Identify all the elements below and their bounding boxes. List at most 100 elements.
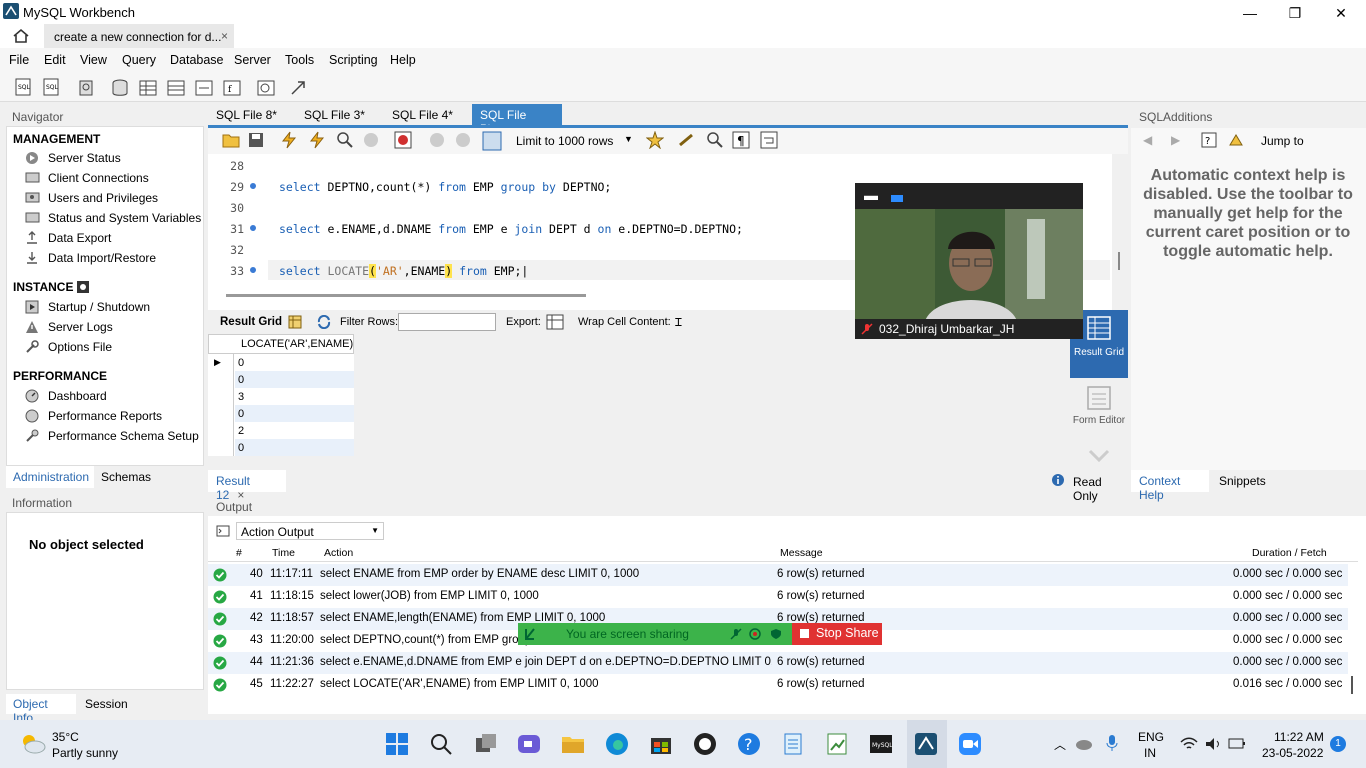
reconnect-icon[interactable] <box>288 78 308 98</box>
spreadsheet-icon[interactable] <box>825 732 849 756</box>
jump-to-select[interactable]: Jump to <box>1261 134 1304 148</box>
bookmark-star-icon[interactable] <box>646 131 664 149</box>
tab-context-help[interactable]: Context Help <box>1131 470 1209 502</box>
error-toggle-icon[interactable] <box>394 131 412 149</box>
notepad-icon[interactable] <box>781 732 805 756</box>
execute-current-icon[interactable] <box>308 131 326 149</box>
zoom-video-window[interactable]: ▬ 032_Dhiraj Umbarkar_JH <box>855 183 1083 339</box>
stop-icon[interactable] <box>362 131 380 149</box>
nav-users-privileges[interactable]: Users and Privileges <box>25 191 158 205</box>
create-procedure-icon[interactable] <box>194 78 214 98</box>
nav-options-file[interactable]: Options File <box>25 340 112 354</box>
scroll-down-icon[interactable] <box>1088 448 1110 464</box>
horizontal-scrollbar[interactable] <box>226 294 586 297</box>
output-row[interactable]: 44 11:21:36 select e.ENAME,d.DNAME from EM… <box>208 652 1348 674</box>
nav-data-import[interactable]: Data Import/Restore <box>25 251 156 265</box>
wifi-icon[interactable] <box>1180 736 1198 752</box>
menu-edit[interactable]: Edit <box>44 53 66 67</box>
nav-server-logs[interactable]: Server Logs <box>25 320 113 334</box>
language-label[interactable]: ENG <box>1138 730 1164 744</box>
grid-cell[interactable]: 0 <box>238 408 244 420</box>
mute-mic-icon[interactable] <box>730 628 742 640</box>
search-table-data-icon[interactable] <box>256 78 276 98</box>
tab-sql-file-4[interactable]: SQL File 4* <box>384 104 461 126</box>
nav-data-export[interactable]: Data Export <box>25 231 111 245</box>
microphone-icon[interactable] <box>1105 734 1119 752</box>
zoom-minimize-icon[interactable]: ▬ <box>864 187 878 203</box>
grid-cell[interactable]: 3 <box>238 391 244 403</box>
auto-help-icon[interactable] <box>1227 132 1243 148</box>
output-row[interactable]: 41 11:18:15 select lower(JOB) from EMP LIM… <box>208 586 1348 608</box>
autocommit-icon[interactable] <box>482 131 502 151</box>
tab-session[interactable]: Session <box>85 697 128 711</box>
cloud-icon[interactable] <box>1075 736 1093 752</box>
new-sql-tab-icon[interactable]: SQL <box>14 78 34 98</box>
menu-server[interactable]: Server <box>234 53 271 67</box>
result-grid[interactable]: LOCATE('AR',ENAME) ▶ 0 0 3 0 2 0 <box>208 334 354 456</box>
nav-performance-schema[interactable]: Performance Schema Setup <box>25 429 199 443</box>
grid-icon[interactable] <box>288 315 302 329</box>
explain-icon[interactable] <box>336 131 354 149</box>
zoom-view-icon[interactable] <box>891 195 903 202</box>
limit-rows-select[interactable]: Limit to 1000 rows <box>516 134 613 148</box>
tab-result-12[interactable]: Result 12 × <box>208 470 286 502</box>
menu-query[interactable]: Query <box>122 53 156 67</box>
output-row[interactable]: 40 11:17:11 select ENAME from EMP order by… <box>208 564 1348 586</box>
grid-cell[interactable]: 2 <box>238 425 244 437</box>
wrap-lines-icon[interactable] <box>760 131 778 149</box>
grid-cell[interactable]: 0 <box>238 374 244 386</box>
file-explorer-icon[interactable] <box>561 732 585 756</box>
create-function-icon[interactable]: f <box>222 78 242 98</box>
back-arrow-icon[interactable]: ◀ <box>1143 133 1152 147</box>
temperature[interactable]: 35°C <box>52 730 79 744</box>
wrap-cell-icon[interactable]: Ꮖ <box>674 315 688 329</box>
stop-share-button[interactable]: Stop Share <box>792 623 882 645</box>
maximize-button[interactable]: ❐ <box>1272 0 1318 26</box>
connection-tab[interactable]: create a new connection for d... × <box>44 24 234 48</box>
tab-schemas[interactable]: Schemas <box>101 470 151 484</box>
nav-dashboard[interactable]: Dashboard <box>25 389 107 403</box>
form-editor-button[interactable]: Form Editor <box>1070 382 1128 442</box>
close-tab-icon[interactable]: × <box>221 29 228 43</box>
task-view-icon[interactable] <box>474 732 498 756</box>
create-view-icon[interactable] <box>166 78 186 98</box>
tab-sql-file-8[interactable]: SQL File 8* <box>208 104 285 126</box>
create-schema-icon[interactable] <box>110 78 130 98</box>
home-icon[interactable] <box>12 28 30 44</box>
security-shield-icon[interactable] <box>770 628 782 640</box>
action-output-select[interactable]: Action Output ▼ <box>236 522 384 540</box>
nav-client-connections[interactable]: Client Connections <box>25 171 149 185</box>
inspector-icon[interactable] <box>77 78 97 98</box>
menu-view[interactable]: View <box>80 53 107 67</box>
search-icon[interactable] <box>429 732 453 756</box>
forward-arrow-icon[interactable]: ▶ <box>1171 133 1180 147</box>
teams-chat-icon[interactable] <box>517 732 541 756</box>
partly-sunny-icon[interactable] <box>20 732 46 754</box>
rollback-icon[interactable] <box>454 131 472 149</box>
nav-status-variables[interactable]: Status and System Variables <box>25 211 201 225</box>
show-hidden-icons[interactable]: ︿ <box>1054 736 1066 753</box>
tab-administration[interactable]: Administration <box>6 466 94 488</box>
github-icon[interactable] <box>693 732 717 756</box>
tab-object-info[interactable]: Object Info <box>6 694 76 725</box>
clock-date[interactable]: 23-05-2022 <box>1262 746 1323 760</box>
find-icon[interactable] <box>706 131 724 149</box>
column-header[interactable]: LOCATE('AR',ENAME) <box>241 338 353 350</box>
chevron-down-icon[interactable]: ▼ <box>624 134 633 144</box>
drag-handle-icon[interactable] <box>524 627 536 641</box>
vertical-scrollbar[interactable] <box>1118 252 1120 270</box>
mysql-shell-icon[interactable]: MySQL <box>869 732 893 756</box>
beautify-icon[interactable] <box>678 131 696 149</box>
output-row[interactable]: 45 11:22:27 select LOCATE('AR',ENAME) from… <box>208 674 1348 696</box>
save-icon[interactable] <box>248 132 264 148</box>
nav-performance-reports[interactable]: Performance Reports <box>25 409 162 423</box>
tab-sql-file-3[interactable]: SQL File 3* <box>296 104 373 126</box>
refresh-icon[interactable] <box>316 315 332 329</box>
execute-icon[interactable] <box>280 131 298 149</box>
grid-cell[interactable]: 0 <box>238 442 244 454</box>
invisible-chars-icon[interactable]: ¶ <box>732 131 750 149</box>
menu-tools[interactable]: Tools <box>285 53 314 67</box>
export-icon[interactable] <box>546 314 564 330</box>
result-grid-label[interactable]: Result Grid <box>220 316 282 328</box>
menu-database[interactable]: Database <box>170 53 224 67</box>
